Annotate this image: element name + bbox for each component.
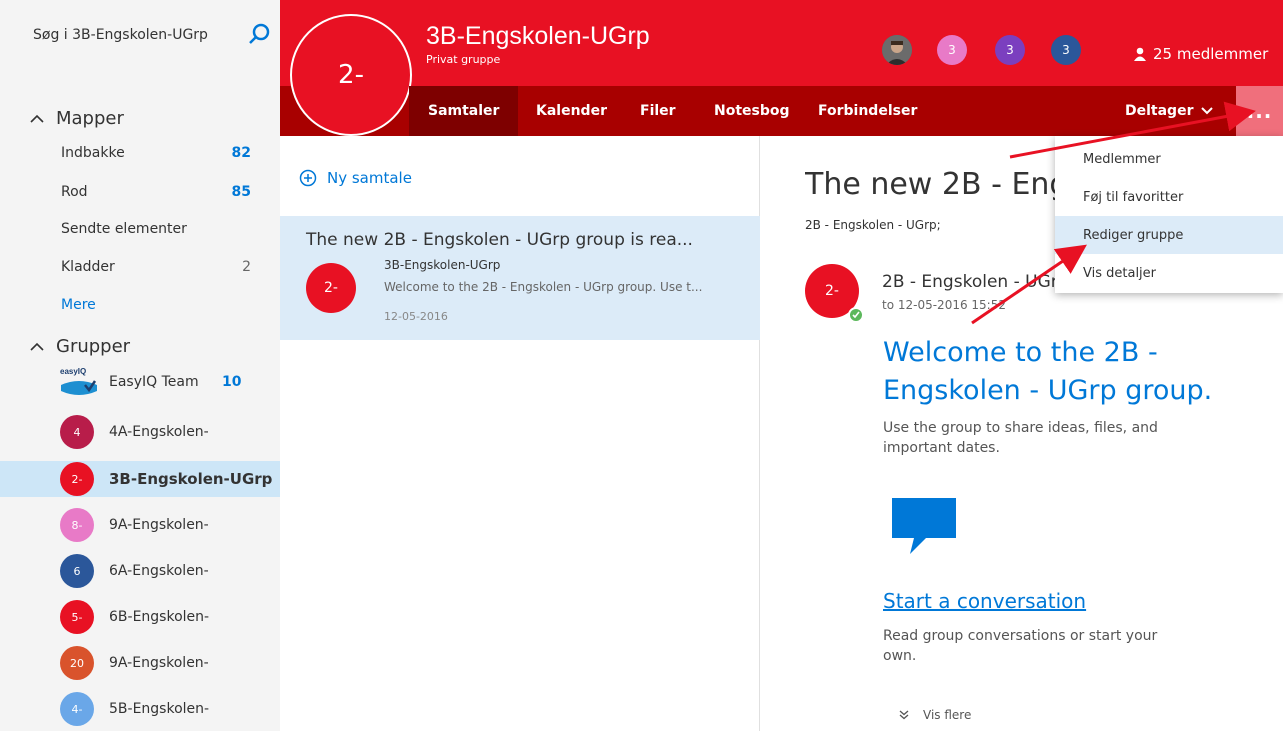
tab-conversations[interactable]: Samtaler	[409, 86, 519, 136]
group-name: 9A-Engskolen-	[109, 517, 209, 533]
group-avatar: 5-	[60, 600, 94, 634]
menu-item-edit-group[interactable]: Rediger gruppe	[1055, 216, 1283, 254]
message-sender[interactable]: 2B - Engskolen - UGrp	[882, 272, 1062, 292]
more-folders-link[interactable]: Mere	[61, 297, 96, 313]
participate-label: Deltager	[1125, 103, 1194, 119]
menu-item-view-details[interactable]: Vis detaljer	[1055, 254, 1283, 292]
message-subject: The new 2B - Engskolen - UGrp group is r…	[805, 167, 1058, 202]
chevron-up-icon	[30, 342, 44, 351]
group-name: 3B-Engskolen-UGrp	[109, 470, 273, 488]
folder-clutter[interactable]: Rod 85	[61, 184, 251, 200]
welcome-heading: Welcome to the 2B - Engskolen - UGrp gro…	[883, 337, 1213, 406]
group-privacy-label: Privat gruppe	[426, 53, 501, 66]
group-item-4a[interactable]: 4 4A-Engskolen-	[0, 414, 280, 450]
message-recipients: 2B - Engskolen - UGrp;	[805, 218, 941, 232]
start-conversation-link[interactable]: Start a conversation	[883, 589, 1086, 613]
members-label: 25 medlemmer	[1153, 45, 1269, 63]
menu-item-add-favorites[interactable]: Føj til favoritter	[1055, 178, 1283, 216]
group-name: 5B-Engskolen-	[109, 701, 210, 717]
folders-header: Mapper	[56, 108, 124, 129]
group-name: 6B-Engskolen-	[109, 609, 210, 625]
group-name: 4A-Engskolen-	[109, 424, 209, 440]
groups-section-toggle[interactable]: Grupper	[30, 336, 130, 357]
group-avatar: 2-	[60, 462, 94, 496]
folder-sent[interactable]: Sendte elementer	[61, 221, 251, 237]
tab-notebook[interactable]: Notesbog	[714, 103, 790, 119]
unread-count: 82	[231, 145, 251, 161]
double-chevron-down-icon	[899, 710, 909, 720]
folder-label: Sendte elementer	[61, 221, 187, 237]
group-avatar: 20	[60, 646, 94, 680]
group-item-6a[interactable]: 6 6A-Engskolen-	[0, 553, 280, 589]
show-more-button[interactable]: Vis flere	[899, 708, 971, 722]
folder-label: Kladder	[61, 259, 115, 275]
group-name: 9A-Engskolen-	[109, 655, 209, 671]
tab-calendar[interactable]: Kalender	[536, 103, 607, 119]
group-avatar: 4-	[60, 692, 94, 726]
conversation-date: 12-05-2016	[384, 310, 448, 323]
message-date: to 12-05-2016 15:52	[882, 298, 1006, 312]
tab-files[interactable]: Filer	[640, 103, 676, 119]
group-title: 3B-Engskolen-UGrp	[426, 22, 650, 50]
more-options-button[interactable]: ...	[1236, 86, 1283, 136]
ellipsis-icon: ...	[1246, 99, 1273, 123]
menu-item-members[interactable]: Medlemmer	[1055, 140, 1283, 178]
conversation-preview: Welcome to the 2B - Engskolen - UGrp gro…	[384, 280, 703, 294]
group-item-5b[interactable]: 4- 5B-Engskolen-	[0, 691, 280, 727]
folder-label: Rod	[61, 184, 88, 200]
search-input[interactable]: Søg i 3B-Engskolen-UGrp	[33, 27, 208, 43]
participate-dropdown[interactable]: Deltager	[1125, 103, 1214, 119]
folder-drafts[interactable]: Kladder 2	[61, 259, 251, 275]
group-avatar-large[interactable]: 2-	[290, 14, 412, 136]
person-icon	[1134, 47, 1146, 61]
welcome-text: Use the group to share ideas, files, and…	[883, 420, 1158, 456]
group-item-9a-2[interactable]: 20 9A-Engskolen-	[0, 645, 280, 681]
start-conversation-text: Read group conversations or start your o…	[883, 628, 1158, 664]
chevron-up-icon	[30, 114, 44, 123]
svg-text:easyIQ: easyIQ	[60, 367, 86, 376]
group-unread-count: 10	[222, 374, 242, 390]
more-options-menu: Medlemmer Føj til favoritter Rediger gru…	[1055, 136, 1283, 293]
draft-count: 2	[242, 259, 251, 275]
group-item-3b-selected[interactable]: 2- 3B-Engskolen-UGrp	[0, 461, 280, 497]
new-conversation-label: Ny samtale	[327, 169, 412, 187]
group-avatar: 8-	[60, 508, 94, 542]
sidebar: Søg i 3B-Engskolen-UGrp Mapper Indbakke …	[0, 0, 280, 731]
folder-label: Indbakke	[61, 145, 125, 161]
group-item-6b[interactable]: 5- 6B-Engskolen-	[0, 599, 280, 635]
folder-inbox[interactable]: Indbakke 82	[61, 145, 251, 161]
tab-connectors[interactable]: Forbindelser	[818, 103, 917, 119]
group-item-9a[interactable]: 8- 9A-Engskolen-	[0, 507, 280, 543]
member-photo-avatar[interactable]	[882, 35, 912, 65]
chat-bubble-icon	[892, 498, 956, 554]
groups-header: Grupper	[56, 336, 131, 357]
members-count-button[interactable]: 25 medlemmer	[1133, 45, 1268, 63]
group-name: EasyIQ Team	[109, 374, 199, 390]
group-avatar: 4	[60, 415, 94, 449]
app-window: Søg i 3B-Engskolen-UGrp Mapper Indbakke …	[0, 0, 1283, 731]
member-avatar[interactable]: 3	[1051, 35, 1081, 65]
conversation-sender: 3B-Engskolen-UGrp	[384, 258, 501, 272]
group-item-easyiq[interactable]: easyIQ EasyIQ Team 10	[0, 364, 280, 400]
person-photo-icon	[882, 35, 912, 65]
plus-circle-icon	[299, 169, 317, 187]
unread-count: 85	[231, 184, 251, 200]
folders-section-toggle[interactable]: Mapper	[30, 108, 124, 129]
search-icon[interactable]	[248, 22, 272, 46]
new-conversation-button[interactable]: Ny samtale	[299, 169, 412, 187]
conversation-avatar: 2-	[306, 263, 356, 313]
member-avatar[interactable]: 3	[937, 35, 967, 65]
group-avatar: 6	[60, 554, 94, 588]
search-box[interactable]: Søg i 3B-Engskolen-UGrp	[33, 20, 273, 50]
group-name: 6A-Engskolen-	[109, 563, 209, 579]
conversation-subject: The new 2B - Engskolen - UGrp group is r…	[306, 230, 693, 250]
chevron-down-icon	[1201, 107, 1214, 115]
show-more-label: Vis flere	[923, 708, 972, 722]
presence-available-icon	[848, 307, 864, 323]
member-avatar[interactable]: 3	[995, 35, 1025, 65]
easyiq-logo-icon: easyIQ	[60, 367, 97, 395]
